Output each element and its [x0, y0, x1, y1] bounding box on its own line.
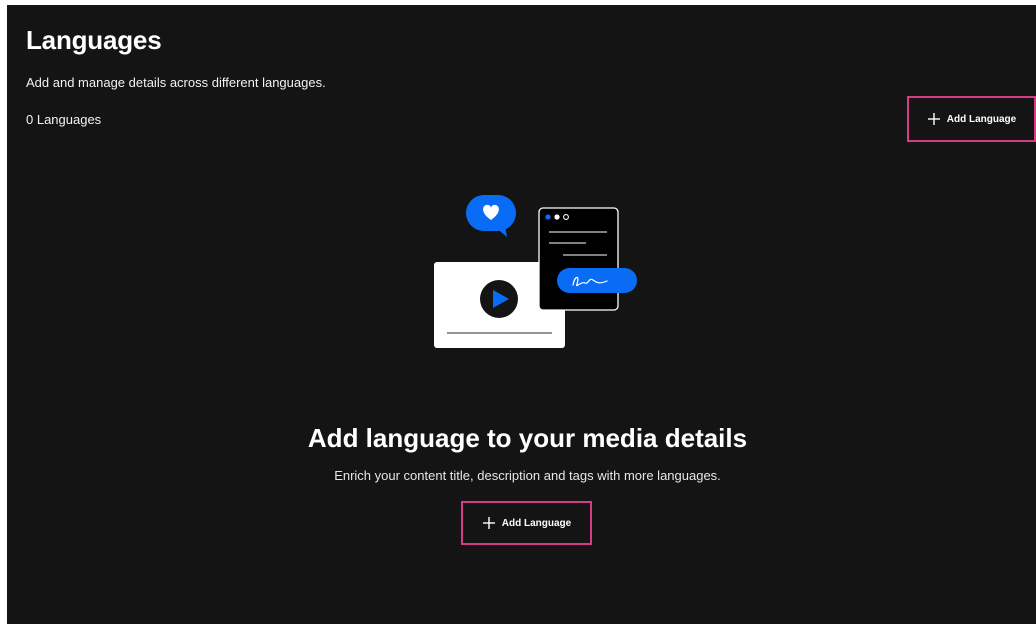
plus-icon: [482, 517, 495, 529]
signature-pill-icon: [557, 268, 637, 293]
plus-icon: [927, 113, 940, 125]
add-language-label: Add Language: [946, 113, 1017, 125]
languages-panel: Languages Add and manage details across …: [7, 5, 1036, 624]
empty-state-title: Add language to your media details: [307, 423, 748, 453]
page-subtitle: Add and manage details across different …: [26, 75, 326, 90]
empty-state-illustration: [434, 195, 637, 348]
add-language-button-empty-state[interactable]: Add Language: [461, 501, 592, 545]
empty-state-description: Enrich your content title, description a…: [334, 468, 721, 483]
page-title: Languages: [26, 25, 162, 55]
heart-chat-bubble-icon: [466, 195, 516, 237]
languages-count: 0 Languages: [26, 112, 102, 127]
add-language-button-header[interactable]: Add Language: [907, 96, 1036, 142]
add-language-label: Add Language: [501, 517, 572, 529]
document-window-icon: [538, 207, 619, 311]
